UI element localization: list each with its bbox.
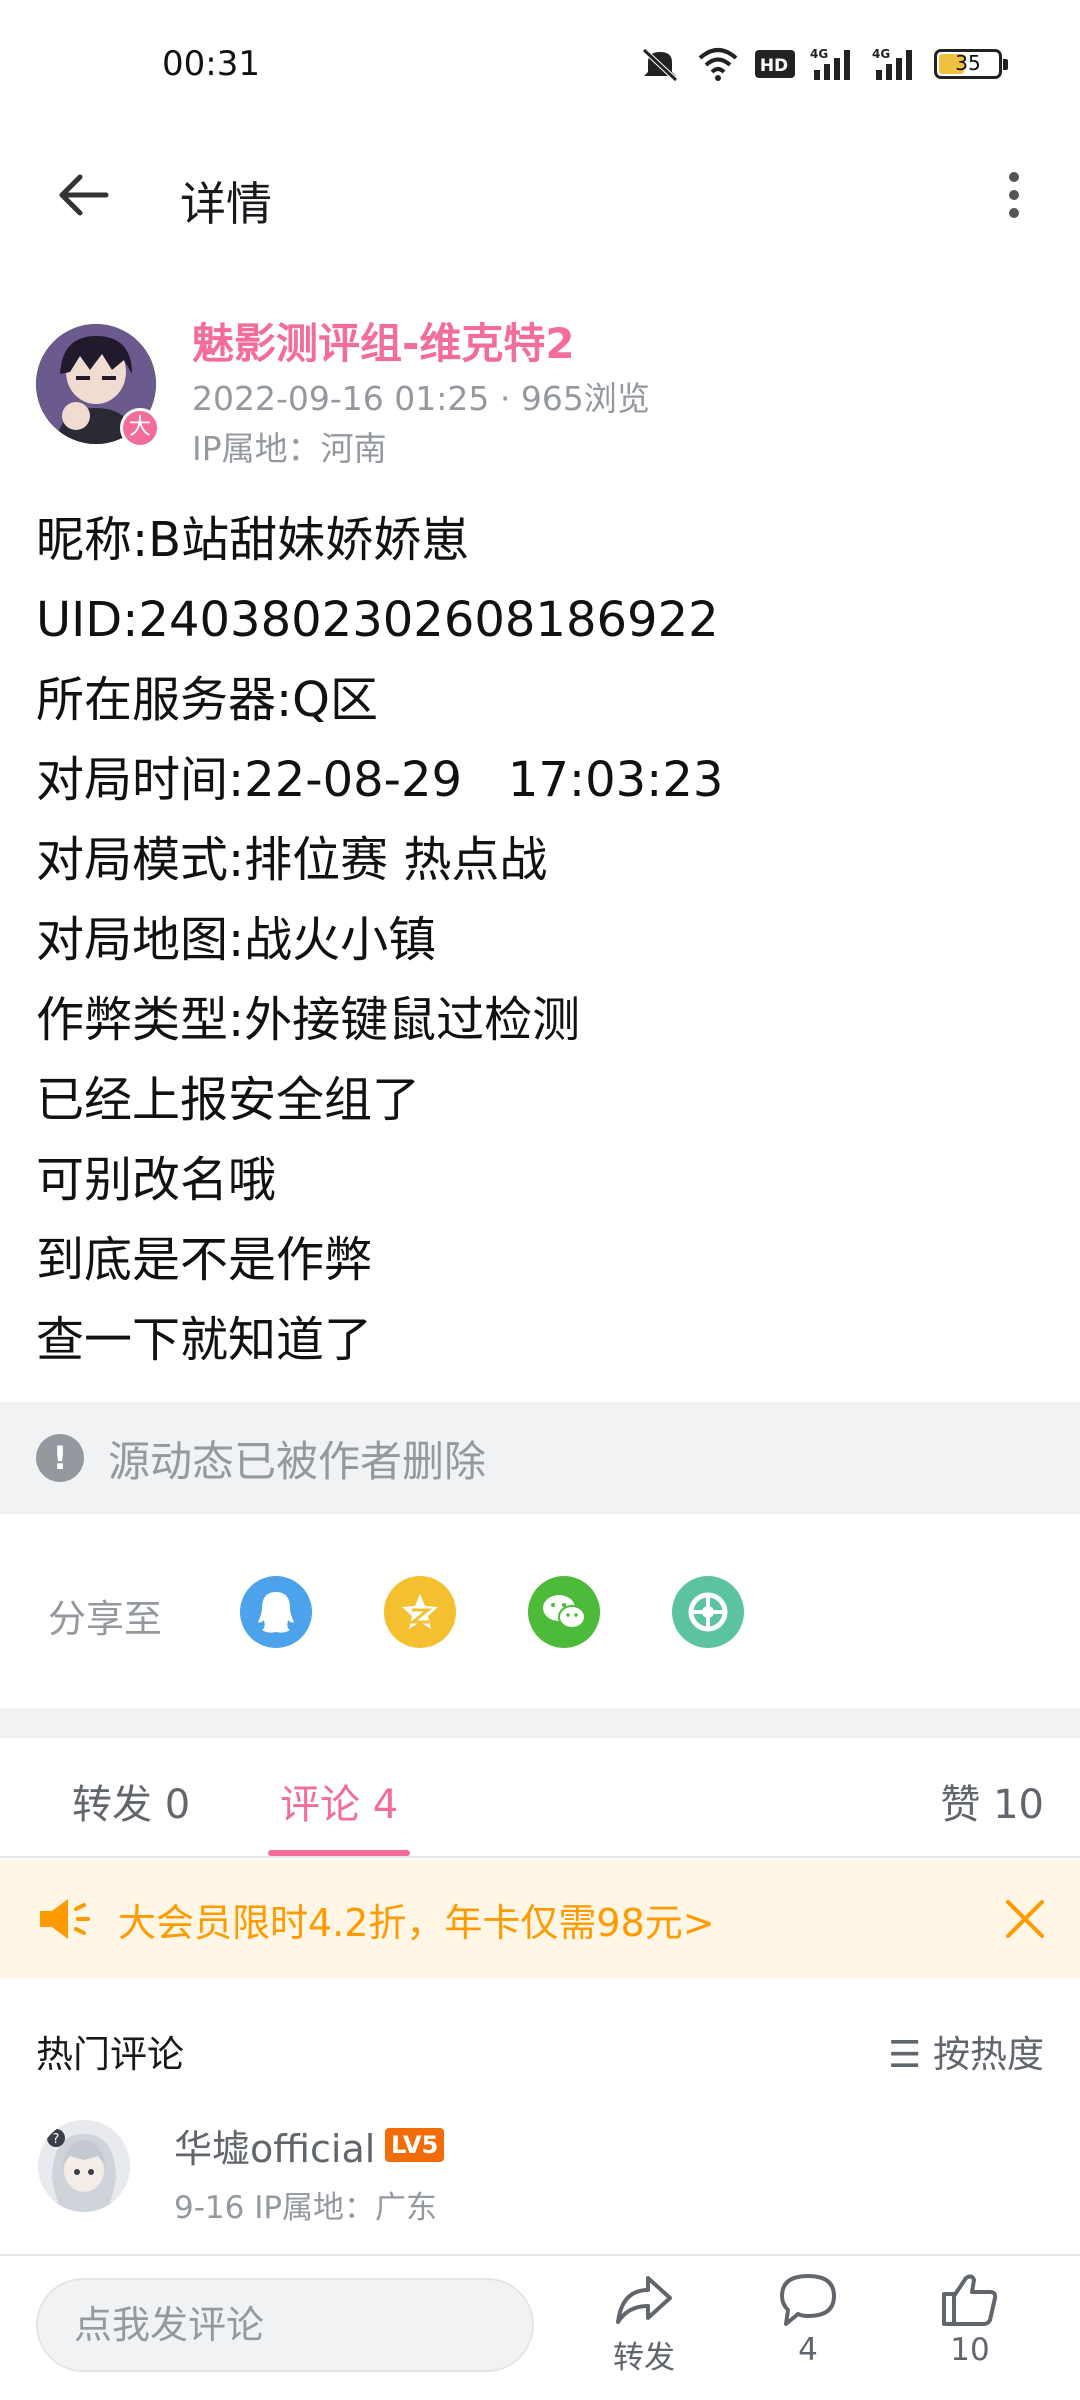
status-bar: 00:31 HD 4G 4G 35 [0, 0, 1080, 130]
page-title: 详情 [180, 177, 272, 231]
author-name[interactable]: 魅影测评组-维克特2 [192, 310, 575, 371]
share-wechat-button[interactable] [528, 1576, 600, 1648]
deleted-source-text: 源动态已被作者删除 [108, 1436, 487, 1486]
share-qq-button[interactable] [240, 1576, 312, 1648]
repost-label: 转发 [613, 2340, 675, 2376]
thumbs-up-icon [942, 2274, 998, 2326]
svg-text:?: ? [53, 2132, 60, 2147]
wechat-icon [543, 1595, 586, 1629]
section-divider [0, 1708, 1080, 1738]
promo-text[interactable]: 大会员限时4.2折，年卡仅需98元> [118, 1892, 715, 1947]
back-button[interactable] [48, 160, 118, 230]
author-ip-location: IP属地：河南 [192, 429, 387, 468]
post-line: 已经上报安全组了 [36, 1072, 421, 1128]
signal-4g-icon: 4G [810, 47, 850, 80]
post-line: 昵称:B站甜妹娇娇崽 [36, 512, 470, 568]
hd-icon: HD [755, 50, 795, 78]
svg-text:HD: HD [760, 56, 788, 76]
interaction-tabs: 转发 0 评论 4 赞 10 [0, 1738, 1080, 1858]
active-tab-indicator [268, 1850, 410, 1856]
moments-icon [688, 1592, 728, 1632]
commenter-avatar[interactable]: ? [38, 2120, 130, 2212]
status-icons: HD 4G 4G 35 [638, 46, 1008, 82]
top-bar: 详情 [0, 130, 1080, 260]
post-content: 昵称:B站甜妹娇娇崽 UID:2403802302608186922 所在服务器… [36, 500, 1046, 1380]
comment-item[interactable]: ? 华墟official LV5 9-16 IP属地：广东 [0, 2108, 1080, 2228]
comment-button[interactable]: 4 [748, 2272, 868, 2394]
post-line: 查一下就知道了 [36, 1312, 373, 1368]
more-vertical-icon [1009, 172, 1019, 218]
post-line: 对局时间:22-08-29 17:03:23 [36, 752, 724, 808]
comment-bubble-icon [780, 2274, 836, 2326]
more-button[interactable] [984, 160, 1044, 230]
speaker-icon [40, 1899, 90, 1939]
comment-input[interactable] [36, 2278, 534, 2372]
post-line: 到底是不是作弊 [36, 1232, 373, 1288]
like-button[interactable]: 10 [910, 2272, 1030, 2394]
share-moments-button[interactable] [672, 1576, 744, 1648]
post-meta: 2022-09-16 01:25 · 965浏览 [192, 379, 650, 418]
promo-close-button[interactable] [1000, 1894, 1050, 1944]
post-line: 对局模式:排位赛 热点战 [36, 832, 548, 888]
share-qzone-button[interactable] [384, 1576, 456, 1648]
share-label: 分享至 [48, 1597, 163, 1641]
svg-text:4G: 4G [872, 47, 890, 61]
post-line: 可别改名哦 [36, 1152, 277, 1208]
like-count: 10 [950, 2332, 990, 2368]
close-icon [1006, 1900, 1044, 1938]
battery-icon: 35 [934, 49, 1008, 79]
level-badge: LV5 [385, 2128, 445, 2162]
commenter-name[interactable]: 华墟official [174, 2118, 375, 2173]
qq-icon [258, 1592, 294, 1633]
deleted-source-notice: ! 源动态已被作者删除 [0, 1402, 1080, 1514]
tab-reposts[interactable]: 转发 0 [72, 1772, 190, 1830]
share-arrow-icon [616, 2276, 672, 2324]
status-time: 00:31 [162, 44, 260, 84]
mute-icon [642, 48, 678, 82]
vip-badge: 大 [120, 408, 160, 448]
sort-button[interactable]: ☰ 按热度 [888, 2024, 1044, 2078]
hot-comments-title: 热门评论 [36, 2033, 184, 2076]
comment-count: 4 [798, 2332, 818, 2368]
signal-4g-icon-2: 4G [872, 47, 912, 80]
bottom-action-bar: 转发 4 10 [0, 2254, 1080, 2400]
qzone-icon [402, 1594, 438, 1629]
share-row: 分享至 [0, 1560, 1080, 1660]
author-info: 大 魅影测评组-维克特2 2022-09-16 01:25 · 965浏览 IP… [0, 300, 1080, 470]
tab-comments[interactable]: 评论 4 [280, 1772, 398, 1830]
post-line: UID:2403802302608186922 [36, 592, 719, 648]
post-line: 作弊类型:外接键鼠过检测 [36, 992, 581, 1048]
battery-level: 35 [955, 51, 981, 75]
hot-comments-header: 热门评论 ☰ 按热度 [0, 2016, 1080, 2086]
repost-button[interactable]: 转发 [584, 2272, 704, 2394]
wifi-icon [698, 48, 738, 81]
post-line: 对局地图:战火小镇 [36, 912, 437, 968]
info-icon: ! [36, 1434, 84, 1482]
post-line: 所在服务器:Q区 [36, 672, 378, 728]
tab-likes[interactable]: 赞 10 [940, 1772, 1044, 1830]
vip-promo-banner[interactable]: 大会员限时4.2折，年卡仅需98元> [0, 1860, 1080, 1978]
comment-meta: 9-16 IP属地：广东 [174, 2190, 438, 2226]
arrow-left-icon [59, 174, 109, 216]
svg-text:4G: 4G [810, 47, 828, 61]
